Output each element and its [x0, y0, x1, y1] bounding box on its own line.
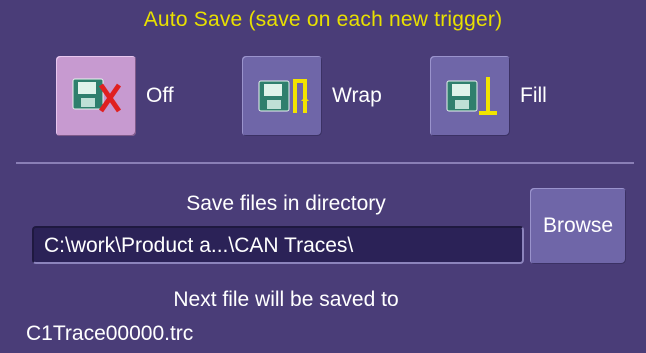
disk-x-icon	[67, 73, 125, 119]
section-divider	[16, 162, 634, 164]
directory-field[interactable]: C:\work\Product a...\CAN Traces\	[32, 226, 524, 264]
disk-wrap-icon	[253, 73, 311, 119]
mode-off-button[interactable]	[56, 56, 136, 136]
mode-wrap-label: Wrap	[332, 84, 382, 107]
mode-wrap-option[interactable]: Wrap	[242, 56, 382, 136]
mode-fill-button[interactable]	[430, 56, 510, 136]
browse-button[interactable]: Browse	[530, 188, 626, 264]
auto-save-panel: Auto Save (save on each new trigger) Off	[6, 4, 640, 349]
disk-fill-icon	[441, 73, 499, 119]
panel-title: Auto Save (save on each new trigger)	[143, 8, 503, 31]
mode-wrap-button[interactable]	[242, 56, 322, 136]
mode-fill-label: Fill	[520, 84, 547, 107]
mode-off-option[interactable]: Off	[56, 56, 174, 136]
mode-fill-option[interactable]: Fill	[430, 56, 547, 136]
next-file-label: Next file will be saved to	[173, 288, 399, 311]
next-file-name: C1Trace00000.trc	[26, 322, 194, 345]
directory-label: Save files in directory	[186, 192, 386, 215]
mode-off-label: Off	[146, 84, 174, 107]
